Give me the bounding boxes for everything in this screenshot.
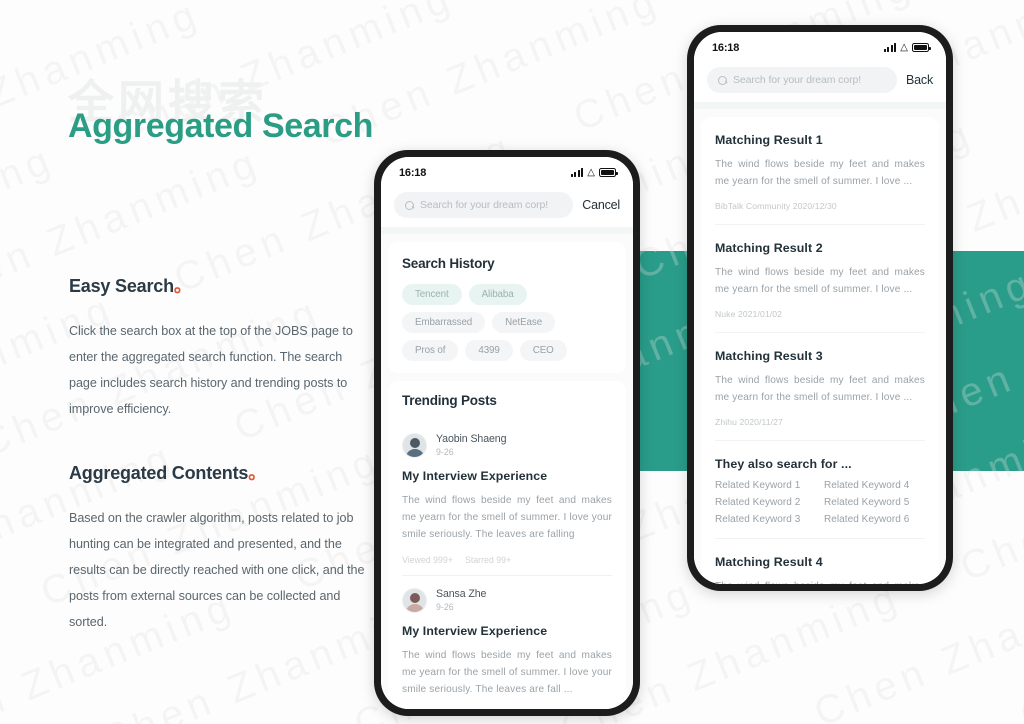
matching-result[interactable]: Matching Result 2 The wind flows beside m…	[715, 225, 925, 333]
divider-band	[694, 102, 946, 109]
phone2-status-bar: 16:18 △	[694, 32, 946, 63]
wifi-icon: △	[900, 41, 908, 53]
section-heading: Aggregated Contents。	[69, 459, 369, 485]
related-keyword[interactable]: Related Keyword 2	[715, 497, 816, 508]
heading-dot: 。	[248, 463, 267, 483]
post-title: My Interview Experience	[402, 624, 548, 638]
search-placeholder: Search for your dream corp!	[733, 74, 862, 86]
post-author-block: Yaobin Shaeng 9-26	[436, 433, 506, 458]
section-body: Based on the crawler algorithm, posts re…	[69, 511, 365, 629]
search-input[interactable]: Search for your dream corp!	[707, 67, 897, 93]
phone1-search-row: Search for your dream corp! Cancel	[381, 188, 633, 227]
matching-result[interactable]: Matching Result 4 The wind flows beside m…	[715, 539, 925, 584]
phone1-screen: 16:18 △ Search for your dream corp! Canc…	[381, 157, 633, 709]
post-body: The wind flows beside my feet and makes …	[402, 650, 612, 695]
result-title: Matching Result 2	[715, 241, 823, 255]
trending-post[interactable]: Sansa Zhe 9-26 My Interview Experience The …	[402, 576, 612, 709]
section-easy-search: Easy Search。 Click the search box at the…	[69, 272, 369, 422]
section-body: Click the search box at the top of the J…	[69, 324, 353, 416]
status-time: 16:18	[399, 166, 427, 179]
status-time: 16:18	[712, 41, 740, 54]
trending-post[interactable]: Yaobin Shaeng 9-26 My Interview Experience…	[402, 421, 612, 576]
also-search-section: They also search for ... Related Keyword …	[715, 441, 925, 539]
avatar	[402, 588, 427, 613]
avatar	[402, 433, 427, 458]
phone1-status-bar: 16:18 △	[381, 157, 633, 188]
divider-band	[381, 227, 633, 234]
phone2-scroll-area[interactable]: Matching Result 1 The wind flows beside m…	[694, 109, 946, 584]
post-starred-count: Starred 99+	[464, 555, 512, 565]
section-aggregated-contents: Aggregated Contents。 Based on the crawle…	[69, 459, 369, 635]
related-keyword[interactable]: Related Keyword 6	[824, 514, 925, 525]
history-tag[interactable]: CEO	[519, 340, 567, 361]
page-title: Aggregated Search	[68, 107, 373, 145]
cancel-button[interactable]: Cancel	[582, 198, 620, 212]
post-title: My Interview Experience	[402, 469, 548, 483]
result-source: Zhihu 2020/11/27	[715, 417, 783, 427]
post-author: Sansa Zhe	[436, 588, 487, 600]
history-tag[interactable]: 4399	[465, 340, 513, 361]
result-body: The wind flows beside my feet and makes …	[715, 267, 925, 295]
post-author: Yaobin Shaeng	[436, 433, 507, 445]
search-history-tags: Tencent Alibaba Embarrassed NetEase Pros of 4…	[402, 284, 612, 361]
result-source: BibTalk Community 2020/12/30	[715, 201, 837, 211]
phone2-search-row: Search for your dream corp! Back	[694, 63, 946, 102]
related-keyword[interactable]: Related Keyword 4	[824, 480, 925, 491]
result-title: Matching Result 3	[715, 349, 823, 363]
signal-bars-icon	[570, 168, 584, 177]
battery-full-icon	[912, 43, 931, 52]
section-heading: Easy Search。	[69, 272, 369, 298]
matching-result[interactable]: Matching Result 3 The wind flows beside m…	[715, 333, 925, 441]
signal-bars-icon	[883, 43, 897, 52]
post-header: Yaobin Shaeng 9-26	[402, 433, 612, 458]
post-author-block: Sansa Zhe 9-26	[436, 588, 486, 613]
back-button[interactable]: Back	[906, 73, 933, 87]
phone-mockup-search: 16:18 △ Search for your dream corp! Canc…	[374, 150, 640, 716]
result-body: The wind flows beside my feet and makes …	[715, 578, 925, 584]
related-keyword-grid: Related Keyword 1 Related Keyword 4 Relate…	[715, 480, 925, 525]
heading-dot: 。	[173, 276, 192, 296]
also-search-title: They also search for ...	[715, 457, 852, 471]
trending-posts-title: Trending Posts	[402, 393, 497, 408]
post-header: Sansa Zhe 9-26	[402, 588, 612, 613]
slide-canvas: Chen Zhanming Chen Zhanming Chen Zhanmin…	[0, 0, 1024, 724]
result-title: Matching Result 1	[715, 133, 823, 147]
section-heading-text: Aggregated Contents	[69, 463, 249, 483]
search-icon	[718, 75, 727, 85]
related-keyword[interactable]: Related Keyword 5	[824, 497, 925, 508]
related-keyword[interactable]: Related Keyword 1	[715, 480, 816, 491]
battery-full-icon	[599, 168, 618, 177]
post-body: The wind flows beside my feet and makes …	[402, 495, 612, 540]
result-source: Nuke 2021/01/02	[715, 309, 782, 319]
search-input[interactable]: Search for your dream corp!	[394, 192, 574, 218]
post-date: 9-26	[436, 447, 454, 457]
status-icons: △	[570, 166, 618, 178]
search-placeholder: Search for your dream corp!	[420, 199, 549, 211]
status-icons: △	[883, 41, 931, 53]
search-history-title: Search History	[402, 256, 495, 271]
history-tag[interactable]: Embarrassed	[402, 312, 486, 333]
phone-mockup-results: 16:18 △ Search for your dream corp! Back…	[687, 25, 953, 591]
history-tag[interactable]: Tencent	[402, 284, 462, 305]
result-body: The wind flows beside my feet and makes …	[715, 159, 925, 187]
phone2-screen: 16:18 △ Search for your dream corp! Back…	[694, 32, 946, 584]
wifi-icon: △	[587, 166, 595, 178]
section-heading-text: Easy Search	[69, 276, 174, 296]
phone1-scroll-area[interactable]: Search History Tencent Alibaba Embarrassed…	[381, 234, 633, 709]
matching-results-card: Matching Result 1 The wind flows beside m…	[701, 117, 939, 584]
post-date: 9-26	[436, 602, 454, 612]
result-title: Matching Result 4	[715, 555, 823, 569]
related-keyword[interactable]: Related Keyword 3	[715, 514, 816, 525]
post-meta: Viewed 999+ Starred 99+	[402, 555, 612, 565]
result-body: The wind flows beside my feet and makes …	[715, 375, 925, 403]
search-history-card: Search History Tencent Alibaba Embarrassed…	[388, 242, 626, 373]
history-tag[interactable]: Pros of	[402, 340, 459, 361]
history-tag[interactable]: Alibaba	[468, 284, 527, 305]
post-viewed-count: Viewed 999+	[402, 555, 453, 565]
search-icon	[405, 200, 414, 210]
trending-posts-card: Trending Posts Yaobin Shaeng 9-26 My Inter…	[388, 381, 626, 709]
matching-result[interactable]: Matching Result 1 The wind flows beside m…	[715, 117, 925, 225]
history-tag[interactable]: NetEase	[492, 312, 556, 333]
